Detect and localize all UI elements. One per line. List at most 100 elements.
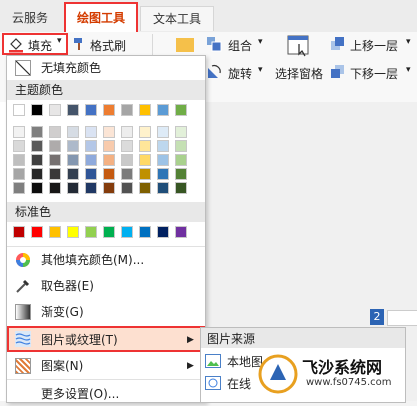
rotate-icon (208, 65, 221, 78)
theme-shade-swatch[interactable] (121, 168, 133, 180)
theme-shade-swatch[interactable] (49, 126, 61, 138)
theme-shade-swatch[interactable] (85, 154, 97, 166)
theme-shade-swatch[interactable] (103, 126, 115, 138)
theme-shade-swatch[interactable] (139, 126, 151, 138)
chevron-down-icon[interactable]: ▾ (406, 37, 411, 47)
chevron-down-icon[interactable]: ▾ (406, 65, 411, 75)
tab-drawing-tools[interactable]: 绘图工具 (64, 2, 138, 34)
standard-color-swatch[interactable] (85, 226, 97, 238)
menu-item-gradient[interactable]: 渐变(G) (7, 300, 205, 324)
theme-color-swatch[interactable] (67, 104, 79, 116)
theme-color-swatch[interactable] (121, 104, 133, 116)
theme-shade-swatch[interactable] (157, 182, 169, 194)
standard-color-swatch[interactable] (103, 226, 115, 238)
theme-shade-swatch[interactable] (121, 140, 133, 152)
menu-item-more-settings[interactable]: 更多设置(O)... (7, 382, 205, 406)
standard-color-swatch[interactable] (175, 226, 187, 238)
theme-shade-swatch[interactable] (157, 126, 169, 138)
bring-forward-button[interactable]: 上移一层 (350, 37, 398, 54)
theme-shade-swatch[interactable] (103, 140, 115, 152)
theme-color-swatch[interactable] (49, 104, 61, 116)
theme-shade-swatch[interactable] (139, 154, 151, 166)
selection-pane-button[interactable]: 选择窗格 (275, 65, 323, 82)
theme-shade-swatch[interactable] (157, 154, 169, 166)
send-backward-button[interactable]: 下移一层 (350, 65, 398, 82)
theme-color-swatch[interactable] (157, 104, 169, 116)
theme-shade-swatch[interactable] (67, 126, 79, 138)
theme-shade-swatch[interactable] (85, 182, 97, 194)
rotate-button[interactable]: 旋转 (228, 65, 252, 82)
menu-item-eyedropper[interactable]: 取色器(E) (7, 274, 205, 298)
theme-color-swatch[interactable] (85, 104, 97, 116)
theme-shade-swatch[interactable] (85, 168, 97, 180)
menu-item-pattern[interactable]: 图案(N) ▶ (7, 354, 205, 378)
theme-color-swatch[interactable] (13, 104, 25, 116)
theme-shade-swatch[interactable] (121, 182, 133, 194)
theme-color-swatch[interactable] (103, 104, 115, 116)
theme-shade-swatch[interactable] (31, 140, 43, 152)
theme-shade-swatch[interactable] (49, 182, 61, 194)
theme-shade-swatch[interactable] (67, 168, 79, 180)
fill-label: 填充 (28, 39, 53, 53)
theme-shade-swatch[interactable] (49, 168, 61, 180)
theme-color-swatch[interactable] (139, 104, 151, 116)
standard-color-swatch[interactable] (157, 226, 169, 238)
theme-shade-swatch[interactable] (13, 168, 25, 180)
standard-color-swatch[interactable] (67, 226, 79, 238)
theme-shade-swatch[interactable] (175, 182, 187, 194)
watermark-logo: 飞沙系统网 www.fs0745.com (258, 352, 408, 398)
menu-item-picture-texture[interactable]: 图片或纹理(T) ▶ (7, 326, 205, 352)
theme-shade-swatch[interactable] (175, 168, 187, 180)
fill-button[interactable]: 填充 ▾ (2, 33, 68, 55)
chevron-down-icon[interactable]: ▾ (258, 37, 263, 47)
format-painter-button[interactable]: 格式刷 (90, 37, 126, 54)
theme-shade-swatch[interactable] (85, 126, 97, 138)
theme-shade-swatch[interactable] (49, 154, 61, 166)
tab-text-tools[interactable]: 文本工具 (140, 6, 214, 31)
theme-shade-swatch[interactable] (175, 126, 187, 138)
align-icon[interactable] (176, 38, 194, 52)
standard-color-swatch[interactable] (121, 226, 133, 238)
menu-item-more-colors[interactable]: 其他填充颜色(M)... (7, 248, 205, 272)
theme-shade-swatch[interactable] (13, 140, 25, 152)
theme-shade-swatch[interactable] (121, 126, 133, 138)
theme-shade-swatch[interactable] (103, 182, 115, 194)
theme-shade-swatch[interactable] (67, 140, 79, 152)
menu-item-label: 更多设置(O)... (41, 387, 120, 401)
tab-cloud-service[interactable]: 云服务 (0, 6, 60, 30)
menu-item-no-fill[interactable]: 无填充颜色 (7, 56, 205, 80)
theme-shade-swatch[interactable] (175, 154, 187, 166)
theme-shade-swatch[interactable] (175, 140, 187, 152)
chevron-down-icon[interactable]: ▾ (258, 65, 263, 75)
chevron-down-icon[interactable]: ▾ (57, 36, 62, 46)
standard-color-swatch[interactable] (49, 226, 61, 238)
theme-shade-swatch[interactable] (67, 182, 79, 194)
theme-shade-swatch[interactable] (103, 168, 115, 180)
theme-shade-swatch[interactable] (13, 182, 25, 194)
theme-shade-swatch[interactable] (31, 126, 43, 138)
theme-shade-swatch[interactable] (49, 140, 61, 152)
format-painter-icon (74, 38, 82, 50)
theme-shade-swatch[interactable] (85, 140, 97, 152)
theme-shade-swatch[interactable] (31, 154, 43, 166)
standard-color-swatch[interactable] (31, 226, 43, 238)
submenu-header-label: 图片来源 (207, 332, 256, 346)
theme-shade-swatch[interactable] (121, 154, 133, 166)
theme-shade-swatch[interactable] (13, 154, 25, 166)
theme-shade-swatch[interactable] (31, 168, 43, 180)
theme-color-swatch[interactable] (31, 104, 43, 116)
theme-color-swatch[interactable] (175, 104, 187, 116)
standard-color-swatch[interactable] (13, 226, 25, 238)
paint-bucket-icon (9, 38, 23, 53)
standard-color-swatch[interactable] (139, 226, 151, 238)
theme-shade-swatch[interactable] (103, 154, 115, 166)
theme-shade-swatch[interactable] (157, 168, 169, 180)
theme-shade-swatch[interactable] (139, 168, 151, 180)
theme-shade-swatch[interactable] (31, 182, 43, 194)
group-button[interactable]: 组合 (228, 37, 252, 54)
theme-shade-swatch[interactable] (139, 140, 151, 152)
theme-shade-swatch[interactable] (67, 154, 79, 166)
theme-shade-swatch[interactable] (157, 140, 169, 152)
theme-shade-swatch[interactable] (139, 182, 151, 194)
theme-shade-swatch[interactable] (13, 126, 25, 138)
